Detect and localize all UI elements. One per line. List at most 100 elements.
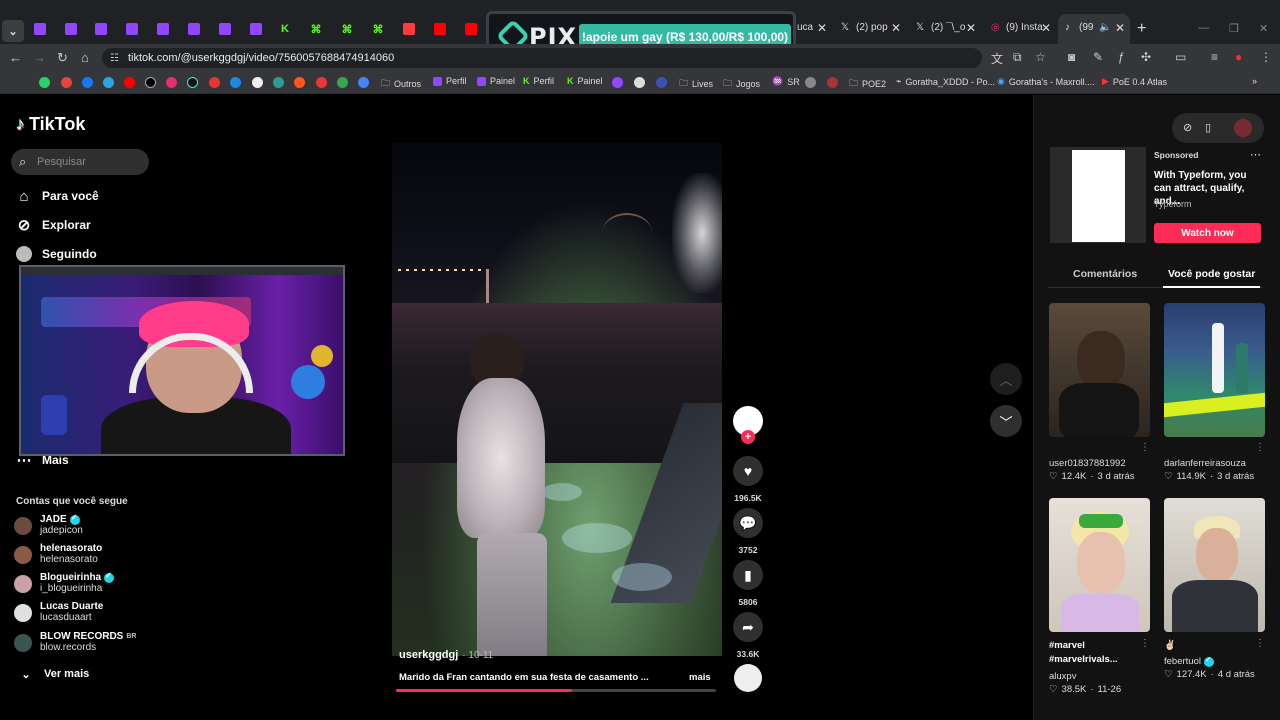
twitch-tab-icon[interactable]	[90, 18, 112, 40]
minimize-icon[interactable]: —	[1198, 22, 1209, 34]
tab-label[interactable]: (2) ¯\_o	[931, 22, 965, 33]
facebook-icon[interactable]	[82, 77, 93, 88]
youtube-icon[interactable]	[124, 77, 135, 88]
profile-avatar[interactable]	[1234, 119, 1252, 137]
share-arrow-icon[interactable]: ➦	[733, 612, 763, 642]
followed-account-jade[interactable]: JADE jadepicon	[14, 513, 83, 536]
tiktok-logo[interactable]: ♪ TikTok	[16, 114, 85, 135]
suggested-video-title[interactable]: ✌🏻	[1164, 639, 1254, 653]
suggested-video-title[interactable]: #marvel #marvelrivals...	[1049, 639, 1139, 667]
font-icon[interactable]: ƒ	[1118, 50, 1125, 64]
bookmark-sr[interactable]: ♒ SR	[772, 76, 800, 87]
install-app-icon[interactable]: ⧉	[1013, 50, 1022, 65]
twitch-tab-icon[interactable]	[183, 18, 205, 40]
back-icon[interactable]: ←	[9, 50, 22, 65]
translate-icon[interactable]: 文	[991, 50, 1003, 67]
gmail-icon[interactable]	[61, 77, 72, 88]
caption-more-button[interactable]: mais	[689, 672, 711, 683]
heart-icon[interactable]: ♥	[733, 456, 763, 486]
bookmark-icon[interactable]	[634, 77, 645, 88]
youtube-studio-icon[interactable]	[209, 77, 220, 88]
bookmark-folder-jogos[interactable]: 🗀 Jogos	[723, 76, 760, 92]
suggested-video-user[interactable]: febertuol	[1164, 656, 1201, 667]
bookmark-star-icon[interactable]: ☆	[1035, 50, 1046, 64]
see-more-following[interactable]: ⌄ Ver mais	[17, 665, 89, 683]
maximize-icon[interactable]: ❐	[1229, 22, 1239, 35]
eyedropper-icon[interactable]: ✎	[1093, 50, 1103, 64]
profile-avatar-icon[interactable]: ●	[1235, 50, 1242, 64]
like-action[interactable]: ♥ 196.5K	[733, 456, 763, 503]
media-controls-icon[interactable]: ≡	[1211, 50, 1218, 64]
tab-label-partial[interactable]: uca	[797, 22, 813, 33]
bookmark-icon[interactable]	[827, 77, 838, 88]
youtube-tab-icon[interactable]	[429, 18, 451, 40]
video-author[interactable]: userkggdgj · 10-11	[399, 649, 493, 661]
bookmark-icon[interactable]	[656, 77, 667, 88]
whatsapp-icon[interactable]	[39, 77, 50, 88]
card-menu-dots-icon[interactable]: ⋮	[1140, 442, 1150, 453]
bookmark-painel-twitch[interactable]: Painel	[477, 76, 515, 86]
bookmark-folder-lives[interactable]: 🗀 Lives	[679, 76, 713, 92]
home-page-icon[interactable]: ⌂	[81, 50, 89, 65]
bookmark-icon[interactable]	[294, 77, 305, 88]
telegram-icon[interactable]	[103, 77, 114, 88]
bookmark-icon[interactable]	[316, 77, 327, 88]
nav-item-seguindo[interactable]: Seguindo	[15, 245, 97, 263]
close-icon[interactable]: ✕	[966, 21, 976, 35]
save-action[interactable]: ▮ 5806	[733, 560, 763, 607]
bookmark-painel-kick[interactable]: K Painel	[567, 76, 603, 86]
google-drive-icon[interactable]	[337, 77, 348, 88]
close-icon[interactable]: ✕	[817, 21, 827, 35]
reload-icon[interactable]: ↻	[57, 50, 68, 66]
followed-account-helenasorato[interactable]: helenasorato helenasorato	[14, 543, 102, 565]
instagram-icon[interactable]	[166, 77, 177, 88]
bookmark-goratha-poe[interactable]: ⌁ Goratha_XDDD - Po...	[896, 76, 995, 87]
x-logo-icon[interactable]	[145, 77, 156, 88]
video-username[interactable]: userkggdgj	[399, 649, 458, 661]
url-text[interactable]: tiktok.com/@userkggdgj/video/75600576884…	[128, 52, 394, 64]
followed-account-blow-records[interactable]: BLOW RECORDS BR blow.records	[14, 631, 136, 653]
bookmark-goratha-maxroll[interactable]: ◉ Goratha's - Maxroll....	[997, 76, 1095, 87]
extensions-puzzle-icon[interactable]: ✣	[1141, 50, 1151, 64]
bookmark-icon[interactable]	[273, 77, 284, 88]
twitch-tab-icon[interactable]	[152, 18, 174, 40]
close-icon[interactable]: ✕	[891, 21, 901, 35]
tab-label[interactable]: (9) Insta	[1006, 22, 1043, 33]
bookmark-icon[interactable]	[612, 77, 623, 88]
suggested-video-thumbnail[interactable]	[1049, 303, 1150, 437]
share-action[interactable]: ➦ 33.6K	[733, 612, 763, 659]
forward-icon[interactable]: →	[33, 50, 46, 65]
ad-menu-dots-icon[interactable]: ⋯	[1250, 148, 1261, 161]
twitch-tab-icon[interactable]	[29, 18, 51, 40]
close-icon[interactable]: ✕	[1041, 21, 1051, 35]
tab-voce-pode-gostar[interactable]: Você pode gostar	[1168, 268, 1255, 280]
tiktok-icon[interactable]	[187, 77, 198, 88]
ad-watch-now-button[interactable]: Watch now	[1154, 223, 1261, 243]
site-settings-icon[interactable]: ☷	[110, 53, 119, 64]
kick-tab-icon[interactable]: K	[274, 18, 296, 40]
twitch-tab-icon[interactable]	[60, 18, 82, 40]
kick-tab-icon[interactable]: ⌘	[367, 18, 389, 40]
suggested-video-thumbnail[interactable]	[1049, 498, 1150, 632]
video-progress-bar[interactable]	[396, 689, 716, 692]
suggested-video-user[interactable]: darlanferreirasouza	[1164, 458, 1246, 469]
bookmark-perfil-twitch[interactable]: Perfil	[433, 76, 467, 86]
bookmark-folder-poe2[interactable]: 🗀 POE2	[849, 76, 886, 92]
bookmark-icon[interactable]: ▮	[733, 560, 763, 590]
phone-icon[interactable]: ▯	[1205, 121, 1211, 134]
video-player[interactable]	[392, 143, 722, 656]
follow-plus-icon[interactable]: +	[741, 430, 755, 444]
bookmark-perfil-kick[interactable]: K Perfil	[523, 76, 554, 86]
kick-tab-icon[interactable]: ⌘	[305, 18, 327, 40]
twitch-tab-icon[interactable]	[214, 18, 236, 40]
suggested-video-thumbnail[interactable]	[1164, 303, 1265, 437]
tab-label[interactable]: (99	[1079, 22, 1093, 33]
sidebar-icon[interactable]: ▭	[1175, 50, 1186, 64]
bookmark-icon[interactable]	[230, 77, 241, 88]
twitch-tab-icon[interactable]	[245, 18, 267, 40]
music-disc-icon[interactable]	[734, 664, 762, 692]
bookmarks-overflow-icon[interactable]: »	[1252, 76, 1257, 86]
nav-item-para-voce[interactable]: ⌂ Para você	[15, 187, 98, 205]
bookmark-poe-atlas[interactable]: ▶ PoE 0.4 Atlas	[1102, 76, 1167, 87]
card-menu-dots-icon[interactable]: ⋮	[1255, 638, 1265, 649]
